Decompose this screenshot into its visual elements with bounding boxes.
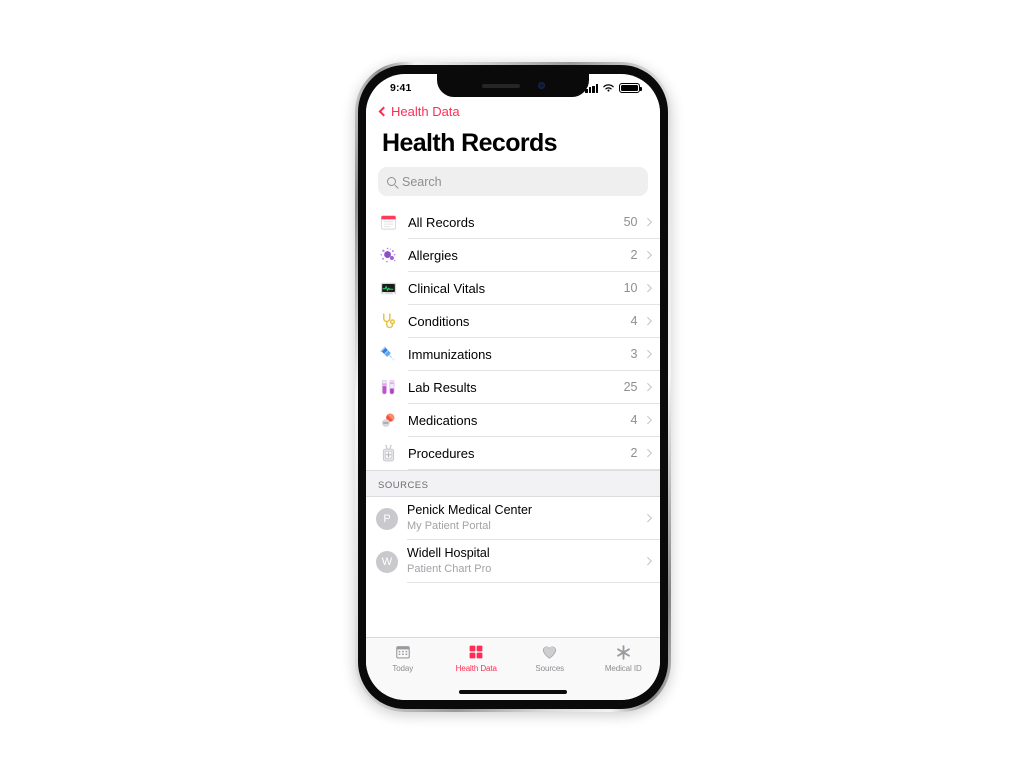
iphone-device-frame: 9:41 Health Data Health Records Search A… — [355, 62, 671, 712]
tab-label: Health Data — [455, 664, 497, 673]
records-document-icon — [376, 211, 400, 235]
list-item-source-penick-medical-center[interactable]: P Penick Medical Center My Patient Porta… — [366, 497, 660, 540]
list-item-content: Immunizations 3 — [408, 338, 660, 371]
chevron-right-icon — [643, 218, 652, 226]
status-time: 9:41 — [390, 82, 412, 94]
list-item-content: Lab Results 25 — [408, 371, 660, 404]
chevron-right-icon — [643, 416, 652, 424]
navigation-bar: Health Data Health Records — [366, 100, 660, 158]
surgery-tools-icon — [376, 442, 400, 466]
list-item-all-records[interactable]: All Records 50 — [366, 206, 660, 239]
list-item-count: 2 — [630, 248, 638, 262]
device-notch — [437, 74, 589, 97]
home-indicator[interactable] — [459, 690, 567, 694]
avatar: W — [376, 550, 398, 573]
sources-section-header: SOURCES — [366, 470, 660, 497]
search-icon — [387, 177, 396, 186]
calendar-icon — [395, 642, 411, 662]
test-tubes-icon — [376, 376, 400, 400]
list-item-count: 50 — [623, 215, 638, 229]
chevron-right-icon — [643, 514, 652, 522]
tab-label: Sources — [535, 664, 565, 673]
list-item-count: 3 — [630, 347, 638, 361]
search-input[interactable]: Search — [378, 167, 648, 196]
iphone-bezel: 9:41 Health Data Health Records Search A… — [358, 65, 668, 709]
avatar: P — [376, 507, 398, 530]
pills-icon — [376, 409, 400, 433]
list-item-label: Procedures — [408, 445, 475, 461]
list-item-medications[interactable]: Medications 4 — [366, 404, 660, 437]
earpiece-speaker-icon — [481, 83, 520, 88]
tab-bar: Today Health Data Sources Medical ID — [366, 637, 660, 684]
list-item-label: Medications — [408, 412, 478, 428]
list-item-content: Conditions 4 — [408, 305, 660, 338]
syringe-icon — [376, 343, 400, 367]
allergen-pollen-icon — [376, 244, 400, 268]
list-item-lab-results[interactable]: Lab Results 25 — [366, 371, 660, 404]
tab-today[interactable]: Today — [366, 642, 440, 673]
list-item-label: All Records — [408, 214, 475, 230]
vitals-monitor-icon — [376, 277, 400, 301]
tab-medical-id[interactable]: Medical ID — [587, 642, 661, 673]
list-item-allergies[interactable]: Allergies 2 — [366, 239, 660, 272]
list-item-content: All Records 50 — [408, 206, 660, 239]
iphone-screen: 9:41 Health Data Health Records Search A… — [366, 74, 660, 700]
chevron-right-icon — [643, 449, 652, 457]
health-squares-icon — [468, 642, 484, 662]
list-item-count: 4 — [630, 314, 638, 328]
list-item-label: Lab Results — [408, 379, 477, 395]
chevron-right-icon — [643, 557, 652, 565]
chevron-right-icon — [643, 284, 652, 292]
chevron-left-icon — [378, 106, 389, 117]
wifi-icon — [603, 84, 614, 92]
chevron-right-icon — [643, 383, 652, 391]
status-indicators — [585, 83, 642, 93]
page-title: Health Records — [382, 129, 558, 157]
list-item-count: 4 — [630, 413, 638, 427]
list-item-count: 2 — [630, 446, 638, 460]
source-text: Penick Medical Center My Patient Portal — [407, 503, 645, 533]
list-item-count: 25 — [623, 380, 638, 394]
asterisk-icon — [615, 642, 632, 662]
list-item-content: Clinical Vitals 10 — [408, 272, 660, 305]
list-item-content: Penick Medical Center My Patient Portal — [407, 497, 660, 540]
home-indicator-area — [366, 684, 660, 700]
list-item-content: Allergies 2 — [408, 239, 660, 272]
chevron-right-icon — [643, 317, 652, 325]
list-item-content: Medications 4 — [408, 404, 660, 437]
source-subtitle: Patient Chart Pro — [407, 562, 492, 575]
back-button[interactable]: Health Data — [378, 104, 644, 119]
battery-full-icon — [619, 83, 642, 93]
chevron-right-icon — [643, 251, 652, 259]
front-camera-icon — [537, 82, 545, 89]
tab-label: Today — [392, 664, 414, 673]
source-subtitle: My Patient Portal — [407, 519, 491, 532]
search-bar-container: Search — [366, 158, 660, 206]
list-item-label: Allergies — [408, 247, 458, 263]
list-item-count: 10 — [623, 281, 638, 295]
source-text: Widell Hospital Patient Chart Pro — [407, 546, 645, 576]
list-item-label: Conditions — [408, 313, 470, 329]
records-list[interactable]: All Records 50 Allergies 2 Clinical Vita… — [366, 206, 660, 637]
stethoscope-icon — [376, 310, 400, 334]
list-item-immunizations[interactable]: Immunizations 3 — [366, 338, 660, 371]
search-placeholder: Search — [402, 174, 442, 189]
list-item-label: Clinical Vitals — [408, 280, 486, 296]
tab-label: Medical ID — [604, 664, 642, 673]
list-item-source-widell-hospital[interactable]: W Widell Hospital Patient Chart Pro — [366, 540, 660, 583]
list-item-clinical-vitals[interactable]: Clinical Vitals 10 — [366, 272, 660, 305]
chevron-right-icon — [643, 350, 652, 358]
list-item-conditions[interactable]: Conditions 4 — [366, 305, 660, 338]
list-item-label: Immunizations — [408, 346, 492, 362]
list-item-content: Procedures 2 — [408, 437, 660, 470]
tab-sources[interactable]: Sources — [513, 642, 587, 673]
screenshot-canvas: 9:41 Health Data Health Records Search A… — [0, 0, 1024, 778]
list-item-content: Widell Hospital Patient Chart Pro — [407, 540, 660, 583]
source-title: Widell Hospital — [407, 546, 490, 561]
heart-icon — [541, 642, 558, 662]
source-title: Penick Medical Center — [407, 503, 533, 518]
tab-health-data[interactable]: Health Data — [440, 642, 514, 673]
back-button-label: Health Data — [391, 104, 460, 119]
list-item-procedures[interactable]: Procedures 2 — [366, 437, 660, 470]
